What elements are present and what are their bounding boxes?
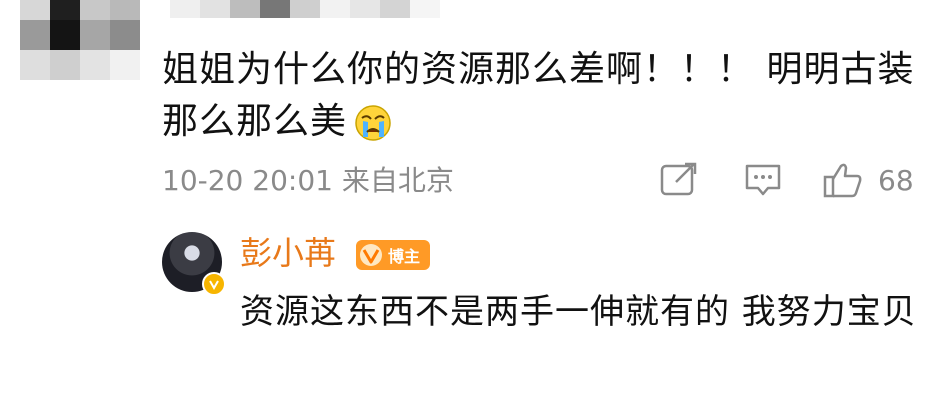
v-icon <box>356 240 386 270</box>
comment-icon[interactable] <box>742 160 786 200</box>
share-icon[interactable] <box>658 160 702 200</box>
verified-icon <box>202 272 226 296</box>
comment-timestamp: 10-20 20:01 来自北京 <box>162 164 454 197</box>
blogger-badge: 博主 <box>356 240 430 270</box>
like-icon[interactable] <box>822 160 866 200</box>
like-count: 68 <box>878 164 914 197</box>
crying-face-emoji-icon <box>353 103 393 143</box>
commenter-avatar[interactable] <box>20 0 140 80</box>
role-badge-label: 博主 <box>388 247 421 266</box>
commenter-name-censored[interactable] <box>170 0 440 18</box>
reply-text: 资源这东西不是两手一伸就有的 我努力宝贝 <box>240 292 917 332</box>
comment-body: 姐姐为什么你的资源那么差啊！！！ 明明古装那么那么美 <box>162 49 915 142</box>
comment-text: 姐姐为什么你的资源那么差啊！！！ 明明古装那么那么美 <box>162 44 922 148</box>
reply-username[interactable]: 彭小苒 <box>240 233 336 273</box>
reply-avatar[interactable] <box>162 232 226 296</box>
